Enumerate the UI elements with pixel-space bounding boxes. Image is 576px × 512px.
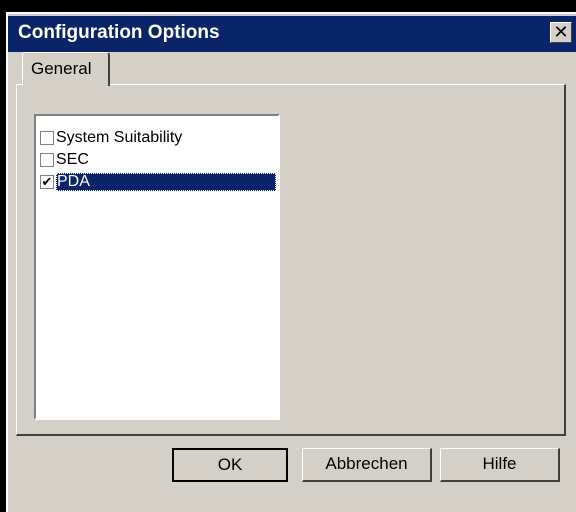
tab-general[interactable]: General [22,52,110,86]
option-pda[interactable]: ✔ PDA [38,172,276,194]
cancel-button[interactable]: Abbrechen [302,448,432,482]
tab-general-label: General [31,59,92,78]
ok-button[interactable]: OK [172,448,288,482]
help-button[interactable]: Hilfe [440,448,560,482]
option-system-suitability[interactable]: System Suitability [38,128,276,150]
sec-checkbox[interactable] [40,153,54,167]
options-listbox[interactable]: System Suitability SEC ✔ PDA [34,114,280,420]
option-label: SEC [56,151,89,168]
close-button[interactable]: ✕ [550,22,572,43]
pda-checkbox[interactable]: ✔ [40,175,54,189]
system-suitability-checkbox[interactable] [40,131,54,145]
close-icon: ✕ [553,22,569,42]
option-label: PDA [56,173,276,191]
option-sec[interactable]: SEC [38,150,276,172]
window-title: Configuration Options [18,22,220,43]
option-label: System Suitability [56,129,183,146]
title-bar[interactable]: Configuration Options ✕ [8,16,576,52]
